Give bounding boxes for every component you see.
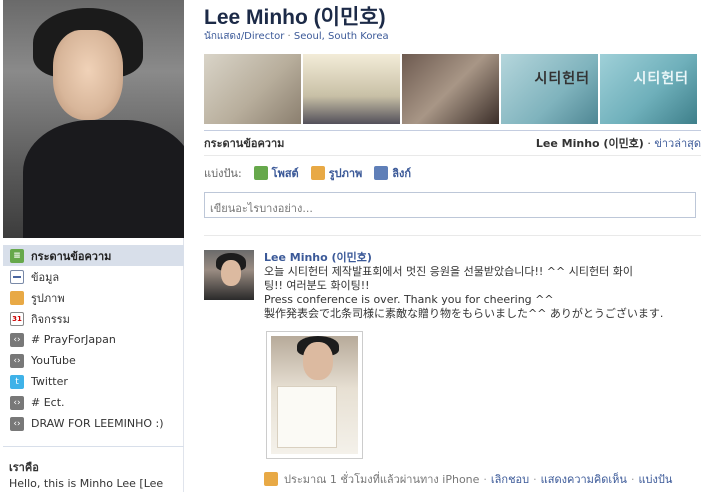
share-link-button[interactable]: ลิงก์: [374, 164, 411, 182]
photo-thumbnail[interactable]: [303, 54, 400, 124]
post-text-line: 오늘 시티헌터 제작발표회에서 멋진 응원을 선물받았습니다!! ^^ 시티헌터…: [264, 265, 633, 278]
sidebar-item-photos[interactable]: รูปภาพ: [3, 287, 184, 308]
sidebar-divider: [3, 446, 184, 447]
link-icon: [374, 166, 389, 180]
separator-dot: ·: [287, 31, 291, 42]
sidebar-item-label: YouTube: [31, 354, 76, 367]
sidebar-item-label: # Ect.: [31, 396, 65, 409]
profile-picture[interactable]: [3, 0, 184, 238]
share-photo-button[interactable]: รูปภาพ: [310, 164, 363, 182]
twitter-icon: t: [10, 374, 24, 389]
wall-header-filter: Lee Minho (이민호) · ข่าวล่าสุด: [536, 134, 701, 152]
photo-icon: [10, 290, 24, 305]
sidebar-item-ect[interactable]: ‹› # Ect.: [3, 392, 184, 413]
profile-subtitle: นักแสดง/Director · Seoul, South Korea: [204, 29, 389, 44]
sidebar-item-wall[interactable]: ≡ กระดานข้อความ: [3, 245, 184, 266]
app-icon: ‹›: [10, 353, 24, 368]
page-title: Lee Minho (이민호): [204, 6, 386, 29]
post-footer: ประมาณ 1 ชั่วโมงที่แล้วผ่านทาง iPhone · …: [264, 470, 672, 488]
share-post-button[interactable]: โพสต์: [253, 164, 299, 182]
post-body: 오늘 시티헌터 제작발표회에서 멋진 응원을 선물받았습니다!! ^^ 시티헌터…: [264, 265, 699, 321]
sidebar-item-events[interactable]: 31 กิจกรรม: [3, 308, 184, 329]
profile-location-link[interactable]: Seoul, South Korea: [294, 31, 389, 42]
photo-sketch-card: [277, 386, 337, 448]
sidebar-item-draw[interactable]: ‹› DRAW FOR LEEMINHO :): [3, 413, 184, 434]
photo-thumbnail[interactable]: 시티헌터: [600, 54, 697, 124]
separator-dot: ·: [630, 472, 635, 486]
profile-picture-body: [23, 120, 184, 238]
sidebar-nav: ≡ กระดานข้อความ ข้อมูล รูปภาพ 31 กิจกรรม…: [3, 245, 184, 434]
post-photo-image: [271, 336, 358, 454]
post-photo[interactable]: [266, 331, 363, 459]
photo-thumbnail[interactable]: [402, 54, 499, 124]
wall-header-title: กระดานข้อความ: [204, 137, 285, 150]
post-text-line: 팅!! 여러분도 화이팅!!: [264, 279, 370, 292]
app-icon: ‹›: [10, 395, 24, 410]
about-title: เราคือ: [9, 461, 39, 474]
share-label: แบ่งปัน:: [204, 167, 242, 180]
sidebar-item-label: ข้อมูล: [31, 270, 60, 284]
photo-icon: [310, 166, 325, 180]
separator-dot: ·: [483, 472, 487, 486]
photo-face: [303, 342, 333, 380]
sidebar-item-twitter[interactable]: t Twitter: [3, 371, 184, 392]
sidebar-item-label: กระดานข้อความ: [31, 249, 112, 263]
share-button[interactable]: แบ่งปัน: [638, 470, 672, 488]
separator-dot: ·: [647, 137, 651, 150]
share-link-label: ลิงก์: [392, 167, 412, 180]
post-text-line: Press conference is over. Thank you for …: [264, 293, 554, 306]
app-icon: ‹›: [10, 416, 24, 431]
profile-picture-face: [53, 30, 123, 120]
wall-filter-page[interactable]: Lee Minho (이민호): [536, 137, 644, 150]
sidebar-item-label: # PrayForJapan: [31, 333, 116, 346]
unlike-button[interactable]: เลิกชอบ: [491, 470, 529, 488]
status-input[interactable]: เขียนอะไรบางอย่าง...: [204, 192, 696, 218]
calendar-icon: 31: [10, 311, 24, 326]
about-text: Hello, this is Minho Lee [Lee: [9, 477, 164, 490]
comment-button[interactable]: แสดงความคิดเห็น: [541, 470, 627, 488]
sidebar-item-label: รูปภาพ: [31, 291, 65, 305]
wall-icon: ≡: [10, 248, 24, 263]
left-column: ≡ กระดานข้อความ ข้อมูล รูปภาพ 31 กิจกรรม…: [0, 0, 184, 492]
sidebar-item-prayforjapan[interactable]: ‹› # PrayForJapan: [3, 329, 184, 350]
feed-divider: [204, 235, 701, 236]
photo-strip: 시티헌터 시티헌터: [204, 54, 701, 124]
post-text-line: 製作発表会で北条司様に素敵な贈り物をもらいました^^ ありがとうございます.: [264, 307, 664, 320]
share-row: แบ่งปัน: โพสต์ รูปภาพ ลิงก์: [204, 164, 411, 182]
share-photo-label: รูปภาพ: [328, 167, 363, 180]
main-column: Lee Minho (이민호) นักแสดง/Director · Seoul…: [204, 0, 701, 492]
sidebar-item-label: DRAW FOR LEEMINHO :): [31, 417, 164, 430]
post-author[interactable]: Lee Minho (이민호): [264, 249, 372, 265]
sidebar-item-label: กิจกรรม: [31, 312, 70, 326]
info-icon: [10, 269, 24, 284]
wall-header: กระดานข้อความ Lee Minho (이민호) · ข่าวล่าส…: [204, 130, 701, 156]
post-avatar[interactable]: [204, 250, 254, 300]
profile-category-link[interactable]: นักแสดง/Director: [204, 31, 284, 42]
sidebar-item-label: Twitter: [31, 375, 68, 388]
app-icon: ‹›: [10, 332, 24, 347]
wall-filter-recent[interactable]: ข่าวล่าสุด: [654, 137, 701, 150]
sidebar-item-info[interactable]: ข้อมูล: [3, 266, 184, 287]
status-icon: [253, 166, 268, 180]
separator-dot: ·: [533, 472, 537, 486]
photo-icon: [264, 472, 278, 486]
sidebar-item-youtube[interactable]: ‹› YouTube: [3, 350, 184, 371]
photo-thumbnail[interactable]: 시티헌터: [501, 54, 598, 124]
post-timestamp[interactable]: ประมาณ 1 ชั่วโมงที่แล้วผ่านทาง iPhone: [284, 470, 479, 488]
photo-thumbnail[interactable]: [204, 54, 301, 124]
avatar-face: [221, 260, 241, 286]
share-post-label: โพสต์: [271, 167, 299, 180]
